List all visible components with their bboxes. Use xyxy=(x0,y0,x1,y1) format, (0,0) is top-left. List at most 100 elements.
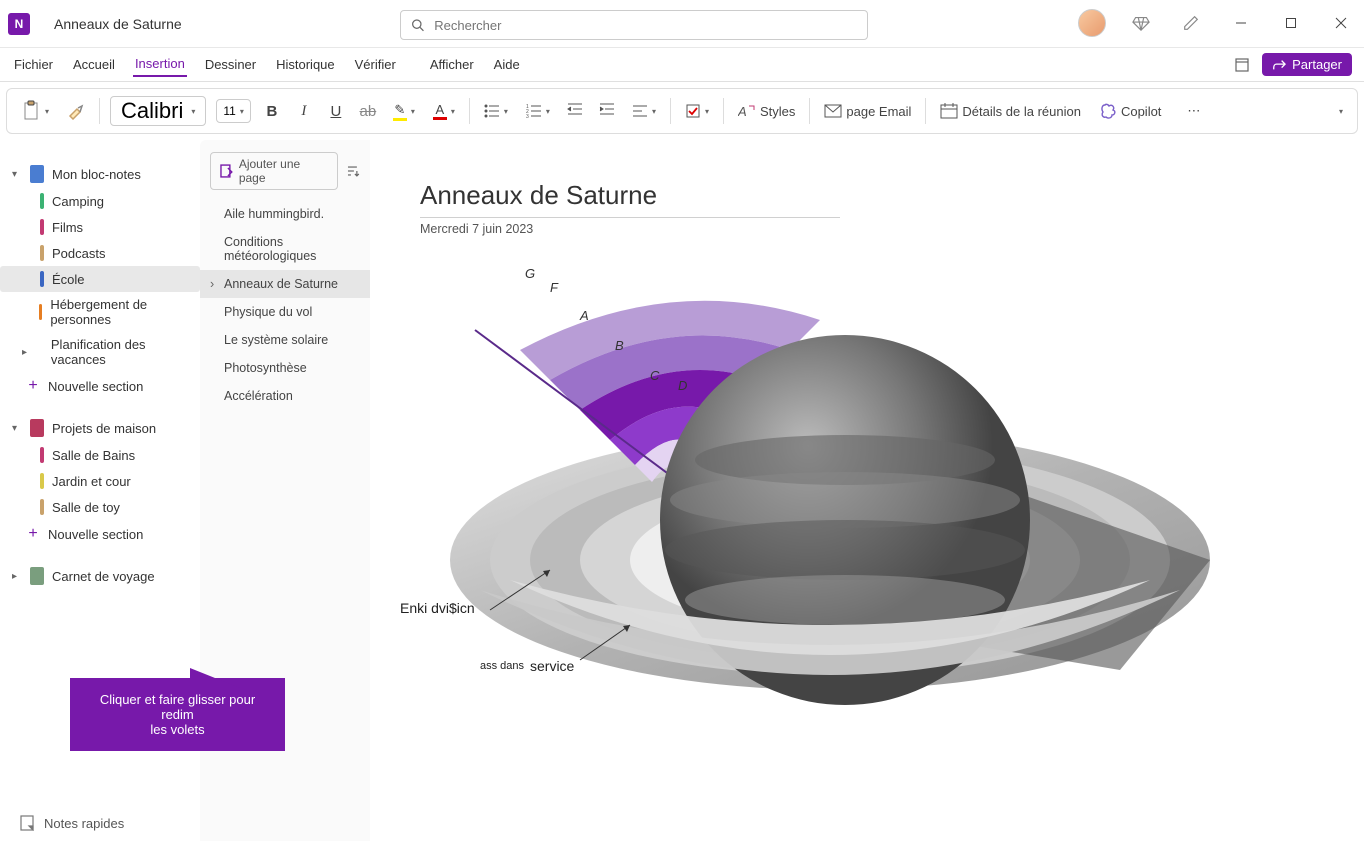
styles-button[interactable]: A Styles xyxy=(734,101,799,121)
menu-help[interactable]: Aide xyxy=(492,53,522,76)
copilot-button[interactable]: Copilot xyxy=(1095,100,1165,122)
menu-insert[interactable]: Insertion xyxy=(133,52,187,77)
section-item[interactable]: Films xyxy=(0,214,200,240)
chevron-down-icon: ▾ xyxy=(45,107,49,116)
window-maximize[interactable] xyxy=(1276,8,1306,38)
coming-soon-icon[interactable] xyxy=(1176,8,1206,38)
premium-icon[interactable] xyxy=(1126,8,1156,38)
page-list-item[interactable]: Anneaux de Saturne xyxy=(200,270,370,298)
add-section-button[interactable]: +Nouvelle section xyxy=(0,372,200,400)
ring-label-G: G xyxy=(525,266,535,281)
search-box[interactable] xyxy=(400,10,868,40)
sidebar-item-label: Jardin et cour xyxy=(52,474,131,489)
add-page-label: Ajouter une page xyxy=(239,157,329,185)
section-item[interactable]: Hébergement de personnes xyxy=(0,292,200,332)
page-title[interactable]: Anneaux de Saturne xyxy=(420,180,1314,211)
menu-file[interactable]: Fichier xyxy=(12,53,55,76)
sort-icon[interactable] xyxy=(346,164,360,178)
page-list-item[interactable]: Aile hummingbird. xyxy=(200,200,370,228)
add-page-button[interactable]: Ajouter une page xyxy=(210,152,338,190)
svg-text:A: A xyxy=(738,104,747,119)
tooltip-line2: les volets xyxy=(82,722,273,737)
menu-home[interactable]: Accueil xyxy=(71,53,117,76)
number-list-button[interactable]: 123▾ xyxy=(522,102,554,120)
align-button[interactable]: ▾ xyxy=(628,102,660,120)
menu-review[interactable]: Vérifier xyxy=(353,53,398,76)
window-title: Anneaux de Saturne xyxy=(54,16,182,32)
section-item[interactable]: École xyxy=(0,266,200,292)
annotation-2a: ass dans xyxy=(480,660,524,672)
share-label: Partager xyxy=(1292,57,1342,72)
ribbon-more-button[interactable]: ⋯ xyxy=(1183,101,1204,121)
underline-button[interactable]: U xyxy=(325,103,347,120)
section-item[interactable]: Podcasts xyxy=(0,240,200,266)
quick-notes-button[interactable]: Notes rapides xyxy=(20,815,124,831)
sidebar-item-label: Camping xyxy=(52,194,104,209)
annotation-1: Enki dvi$icn xyxy=(400,600,475,616)
bullet-list-button[interactable]: ▾ xyxy=(480,102,512,120)
sidebar-item-label: Mon bloc-notes xyxy=(52,167,141,182)
search-input[interactable] xyxy=(434,18,857,33)
section-item[interactable]: Salle de Bains xyxy=(0,442,200,468)
font-color-button[interactable]: A▾ xyxy=(429,100,459,122)
menu-draw[interactable]: Dessiner xyxy=(203,53,258,76)
sidebar-item-label: Carnet de voyage xyxy=(52,569,155,584)
page-list-item[interactable]: Conditions météorologiques xyxy=(200,228,370,270)
menu-view[interactable]: Afficher xyxy=(428,53,476,76)
todo-tag-button[interactable]: ▾ xyxy=(681,101,713,121)
page-list-item[interactable]: Accélération xyxy=(200,382,370,410)
sidebar-item-label: Nouvelle section xyxy=(48,527,143,542)
strikethrough-button[interactable]: ab xyxy=(357,103,379,120)
font-family-label: Calibri xyxy=(121,98,183,124)
sidebar-item-label: École xyxy=(52,272,85,287)
note-canvas[interactable]: Anneaux de Saturne Mercredi 7 juin 2023 xyxy=(370,140,1364,841)
section-item[interactable]: Camping xyxy=(0,188,200,214)
font-size-label: 11 xyxy=(223,104,235,118)
share-button[interactable]: Partager xyxy=(1262,53,1352,76)
quick-notes-label: Notes rapides xyxy=(44,816,124,831)
ring-label-B: B xyxy=(615,338,624,353)
window-close[interactable] xyxy=(1326,8,1356,38)
saturn-illustration: G F A B C D Enki dvi$icn ass dans servic… xyxy=(420,260,1220,760)
sidebar-item-label: Salle de toy xyxy=(52,500,120,515)
meeting-details-button[interactable]: Détails de la réunion xyxy=(936,101,1085,121)
format-painter-button[interactable] xyxy=(63,100,89,122)
section-item[interactable]: Salle de toy xyxy=(0,494,200,520)
sidebar-item-label: Projets de maison xyxy=(52,421,156,436)
onenote-app-icon xyxy=(8,13,30,35)
ribbon-toolbar: ▾ Calibri ▾ 11 ▾ B I U ab ✎▾ A▾ ▾ 123▾ ▾… xyxy=(6,88,1358,134)
user-avatar[interactable] xyxy=(1078,9,1106,37)
meeting-details-label: Détails de la réunion xyxy=(962,104,1081,119)
sidebar-item-label: Planification des vacances xyxy=(51,337,192,367)
italic-button[interactable]: I xyxy=(293,103,315,120)
notebook-item[interactable]: ▸Carnet de voyage xyxy=(0,562,200,590)
email-page-button[interactable]: page Email xyxy=(820,102,915,121)
highlight-button[interactable]: ✎▾ xyxy=(389,100,419,123)
font-family-select[interactable]: Calibri ▾ xyxy=(110,96,206,126)
svg-text:3: 3 xyxy=(526,114,529,118)
font-size-select[interactable]: 11 ▾ xyxy=(216,99,250,123)
notebook-item[interactable]: ▾Mon bloc-notes xyxy=(0,160,200,188)
add-section-button[interactable]: +Nouvelle section xyxy=(0,520,200,548)
page-list-item[interactable]: Le système solaire xyxy=(200,326,370,354)
section-item[interactable]: Jardin et cour xyxy=(0,468,200,494)
sidebar-item-label: Nouvelle section xyxy=(48,379,143,394)
tab-actions-icon[interactable] xyxy=(1234,57,1250,73)
annotation-2b: service xyxy=(530,658,574,674)
indent-button[interactable] xyxy=(596,102,618,120)
styles-label: Styles xyxy=(760,104,795,119)
notebook-item[interactable]: ▾Projets de maison xyxy=(0,414,200,442)
outdent-button[interactable] xyxy=(564,102,586,120)
ribbon-expand-button[interactable]: ▾ xyxy=(1335,105,1347,118)
bold-button[interactable]: B xyxy=(261,103,283,120)
menu-history[interactable]: Historique xyxy=(274,53,337,76)
chevron-down-icon: ▾ xyxy=(191,107,195,116)
page-list-item[interactable]: Photosynthèse xyxy=(200,354,370,382)
copilot-label: Copilot xyxy=(1121,104,1161,119)
ring-label-F: F xyxy=(550,280,558,295)
sidebar-item-label: Films xyxy=(52,220,83,235)
paste-button[interactable]: ▾ xyxy=(17,98,53,124)
page-list-item[interactable]: Physique du vol xyxy=(200,298,370,326)
section-item[interactable]: ▸Planification des vacances xyxy=(0,332,200,372)
window-minimize[interactable] xyxy=(1226,8,1256,38)
